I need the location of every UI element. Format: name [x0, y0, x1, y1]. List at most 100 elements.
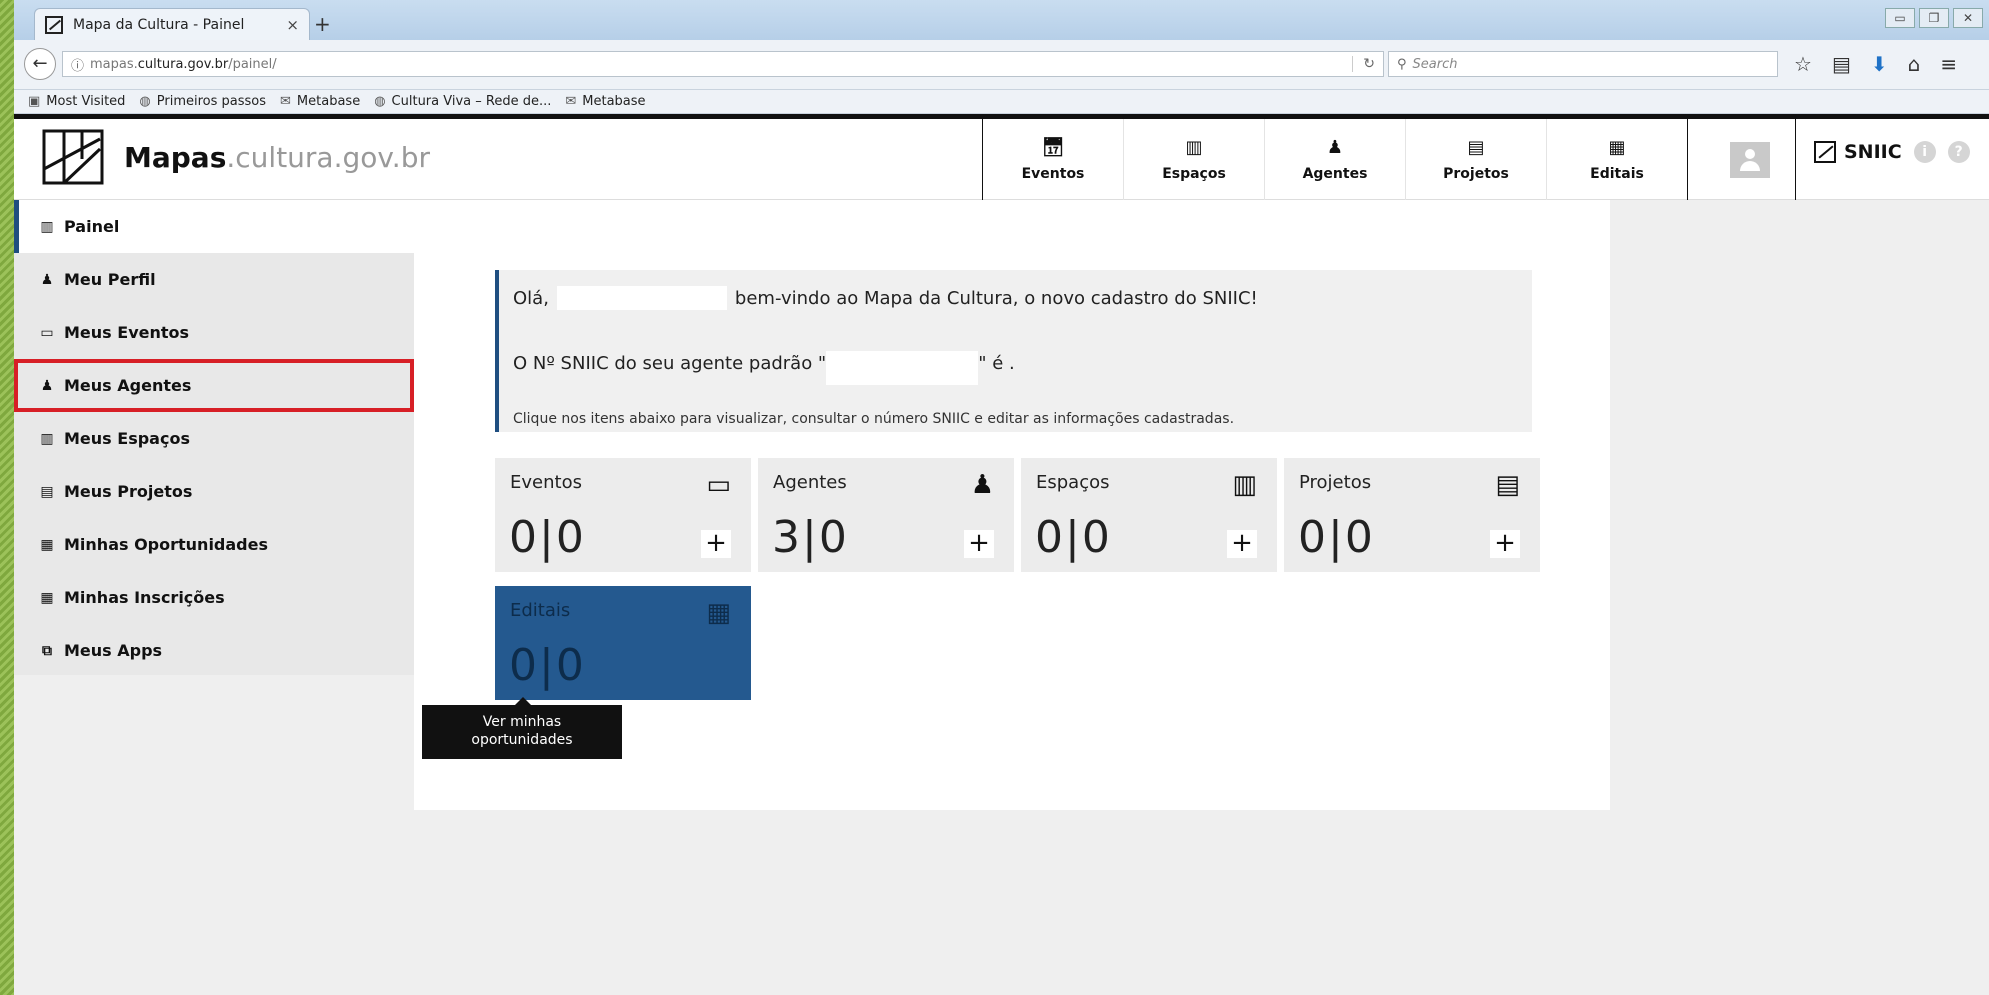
- screen: Mapa da Cultura - Painel × + ▭ ❐ ✕ ← ⓘ m…: [14, 0, 1989, 995]
- site-info-icon[interactable]: ⓘ: [71, 55, 84, 74]
- add-evento-button[interactable]: +: [701, 530, 731, 558]
- card-title: Projetos: [1299, 472, 1372, 493]
- mail-icon: ✉: [280, 94, 291, 109]
- mapas-logo-icon[interactable]: [42, 129, 104, 185]
- add-projeto-button[interactable]: +: [1490, 530, 1520, 558]
- document-icon: ▦: [40, 536, 54, 553]
- chart-icon: ▥: [40, 218, 54, 235]
- sniic-brand: SNIIC i ?: [1814, 141, 1970, 163]
- nav-eventos[interactable]: 📅︎ Eventos: [983, 119, 1124, 200]
- url-text: mapas.cultura.gov.br/painel/: [90, 56, 277, 72]
- sidebar-item-painel[interactable]: ▥ Painel: [14, 200, 414, 253]
- sidebar-item-meus-espacos[interactable]: ▥ Meus Espaços: [14, 412, 414, 465]
- card-title: Eventos: [510, 472, 582, 493]
- card-editais[interactable]: Editais ▦ 0|0: [495, 586, 751, 700]
- nav-espacos[interactable]: ▥ Espaços: [1124, 119, 1265, 200]
- bookmark-folder-icon: ▣: [28, 94, 41, 109]
- card-agentes[interactable]: Agentes ♟ 3|0 +: [758, 458, 1014, 572]
- card-count: 3|0: [772, 512, 849, 563]
- card-count: 0|0: [1035, 512, 1112, 563]
- add-espaco-button[interactable]: +: [1227, 530, 1257, 558]
- minimize-icon[interactable]: ▭: [1885, 8, 1915, 28]
- welcome-greeting: Olá, bem-vindo ao Mapa da Cultura, o nov…: [513, 286, 1258, 310]
- puzzle-icon: ⧉: [42, 642, 52, 659]
- calendar-icon: ▭: [706, 470, 731, 500]
- card-espacos[interactable]: Espaços ▥ 0|0 +: [1021, 458, 1277, 572]
- person-icon: ♟: [40, 271, 54, 288]
- add-agente-button[interactable]: +: [964, 530, 994, 558]
- bookmark-metabase-2[interactable]: ✉ Metabase: [565, 94, 645, 109]
- tab-title: Mapa da Cultura - Painel: [73, 16, 245, 33]
- globe-icon: ◍: [374, 94, 386, 109]
- sidebar-item-meus-agentes[interactable]: ♟ Meus Agentes: [14, 359, 414, 412]
- card-title: Espaços: [1036, 472, 1110, 493]
- card-title: Agentes: [773, 472, 847, 493]
- bookmark-primeiros-passos[interactable]: ◍ Primeiros passos: [139, 94, 266, 109]
- welcome-sniic-line: O Nº SNIIC do seu agente padrão " " é .: [513, 341, 1518, 385]
- browser-tab-bar: Mapa da Cultura - Painel × + ▭ ❐ ✕: [14, 0, 1989, 40]
- card-projetos[interactable]: Projetos ▤ 0|0 +: [1284, 458, 1540, 572]
- person-icon: ♟: [970, 470, 994, 500]
- download-icon[interactable]: ⬇: [1871, 52, 1888, 76]
- welcome-hint: Clique nos itens abaixo para visualizar,…: [513, 411, 1235, 427]
- window-controls: ▭ ❐ ✕: [1885, 8, 1983, 28]
- redacted-name: [556, 286, 727, 310]
- new-tab-button[interactable]: +: [314, 12, 331, 36]
- bookmark-most-visited[interactable]: ▣ Most Visited: [28, 94, 125, 109]
- document-icon: ▦: [1608, 137, 1626, 158]
- sidebar-item-meu-perfil[interactable]: ♟ Meu Perfil: [14, 253, 414, 306]
- help-icon[interactable]: ?: [1947, 141, 1970, 163]
- sidebar-item-meus-eventos[interactable]: ▭ Meus Eventos: [14, 306, 414, 359]
- reload-icon[interactable]: ↻: [1352, 56, 1375, 72]
- bookmark-star-icon[interactable]: ☆: [1794, 52, 1812, 76]
- tab-close-icon[interactable]: ×: [286, 16, 299, 34]
- search-icon: ⚲: [1397, 56, 1407, 72]
- sniic-logo-icon: [1814, 141, 1836, 163]
- tooltip-ver-oportunidades: Ver minhas oportunidades: [422, 697, 622, 759]
- site-header: Mapas.cultura.gov.br 📅︎ Eventos ▥ Espaços …: [14, 114, 1989, 200]
- nav-editais[interactable]: ▦ Editais: [1547, 119, 1688, 200]
- menu-icon[interactable]: ≡: [1940, 52, 1957, 76]
- card-count: 0|0: [509, 640, 586, 691]
- sidebar-item-meus-projetos[interactable]: ▤ Meus Projetos: [14, 465, 414, 518]
- building-icon: ▥: [1185, 137, 1203, 158]
- sidebar: ▥ Painel ♟ Meu Perfil ▭ Meus Eventos ♟ Meus …: [14, 200, 414, 675]
- mapas-favicon-icon: [45, 15, 63, 34]
- nav-projetos[interactable]: ▤ Projetos: [1406, 119, 1547, 200]
- avatar: [1730, 141, 1770, 178]
- user-avatar-box[interactable]: [1705, 119, 1796, 200]
- clipboard-icon: ▤: [1495, 470, 1520, 500]
- welcome-box: Olá, bem-vindo ao Mapa da Cultura, o nov…: [495, 270, 1532, 432]
- nav-agentes[interactable]: ♟ Agentes: [1265, 119, 1406, 200]
- sidebar-item-minhas-inscricoes[interactable]: ▦ Minhas Inscrições: [14, 571, 414, 624]
- sidebar-item-minhas-oportunidades[interactable]: ▦ Minhas Oportunidades: [14, 518, 414, 571]
- reading-list-icon[interactable]: ▤: [1832, 52, 1851, 76]
- info-icon[interactable]: i: [1913, 141, 1936, 163]
- card-title: Editais: [510, 600, 571, 621]
- back-button[interactable]: ←: [24, 48, 56, 80]
- clipboard-icon: ▤: [40, 483, 54, 500]
- sidebar-item-meus-apps[interactable]: ⧉ Meus Apps: [14, 624, 414, 677]
- clipboard-icon: ▤: [1467, 137, 1485, 158]
- url-bar[interactable]: ⓘ mapas.cultura.gov.br/painel/ ↻: [62, 51, 1384, 77]
- browser-tab[interactable]: Mapa da Cultura - Painel ×: [34, 8, 310, 40]
- close-window-icon[interactable]: ✕: [1953, 8, 1983, 28]
- building-icon: ▥: [1232, 470, 1257, 500]
- main-panel: Olá, bem-vindo ao Mapa da Cultura, o nov…: [414, 200, 1610, 810]
- document-icon: ▦: [706, 598, 731, 628]
- home-icon[interactable]: ⌂: [1908, 52, 1921, 76]
- site-logo-text[interactable]: Mapas.cultura.gov.br: [124, 141, 430, 174]
- bookmark-cultura-viva[interactable]: ◍ Cultura Viva – Rede de...: [374, 94, 551, 109]
- bookmark-metabase[interactable]: ✉ Metabase: [280, 94, 360, 109]
- redacted-agent: [826, 351, 979, 385]
- person-icon: ♟: [40, 377, 54, 394]
- restore-icon[interactable]: ❐: [1919, 8, 1949, 28]
- globe-icon: ◍: [139, 94, 151, 109]
- person-icon: ♟: [1326, 137, 1344, 158]
- search-input[interactable]: ⚲ Search: [1388, 51, 1778, 77]
- bookmarks-bar: ▣ Most Visited ◍ Primeiros passos ✉ Metabas…: [14, 90, 1989, 114]
- card-eventos[interactable]: Eventos ▭ 0|0 +: [495, 458, 751, 572]
- browser-toolbar-icons: ☆ ▤ ⬇ ⌂ ≡: [1794, 52, 1957, 76]
- card-count: 0|0: [509, 512, 586, 563]
- sniic-label[interactable]: SNIIC: [1844, 141, 1902, 163]
